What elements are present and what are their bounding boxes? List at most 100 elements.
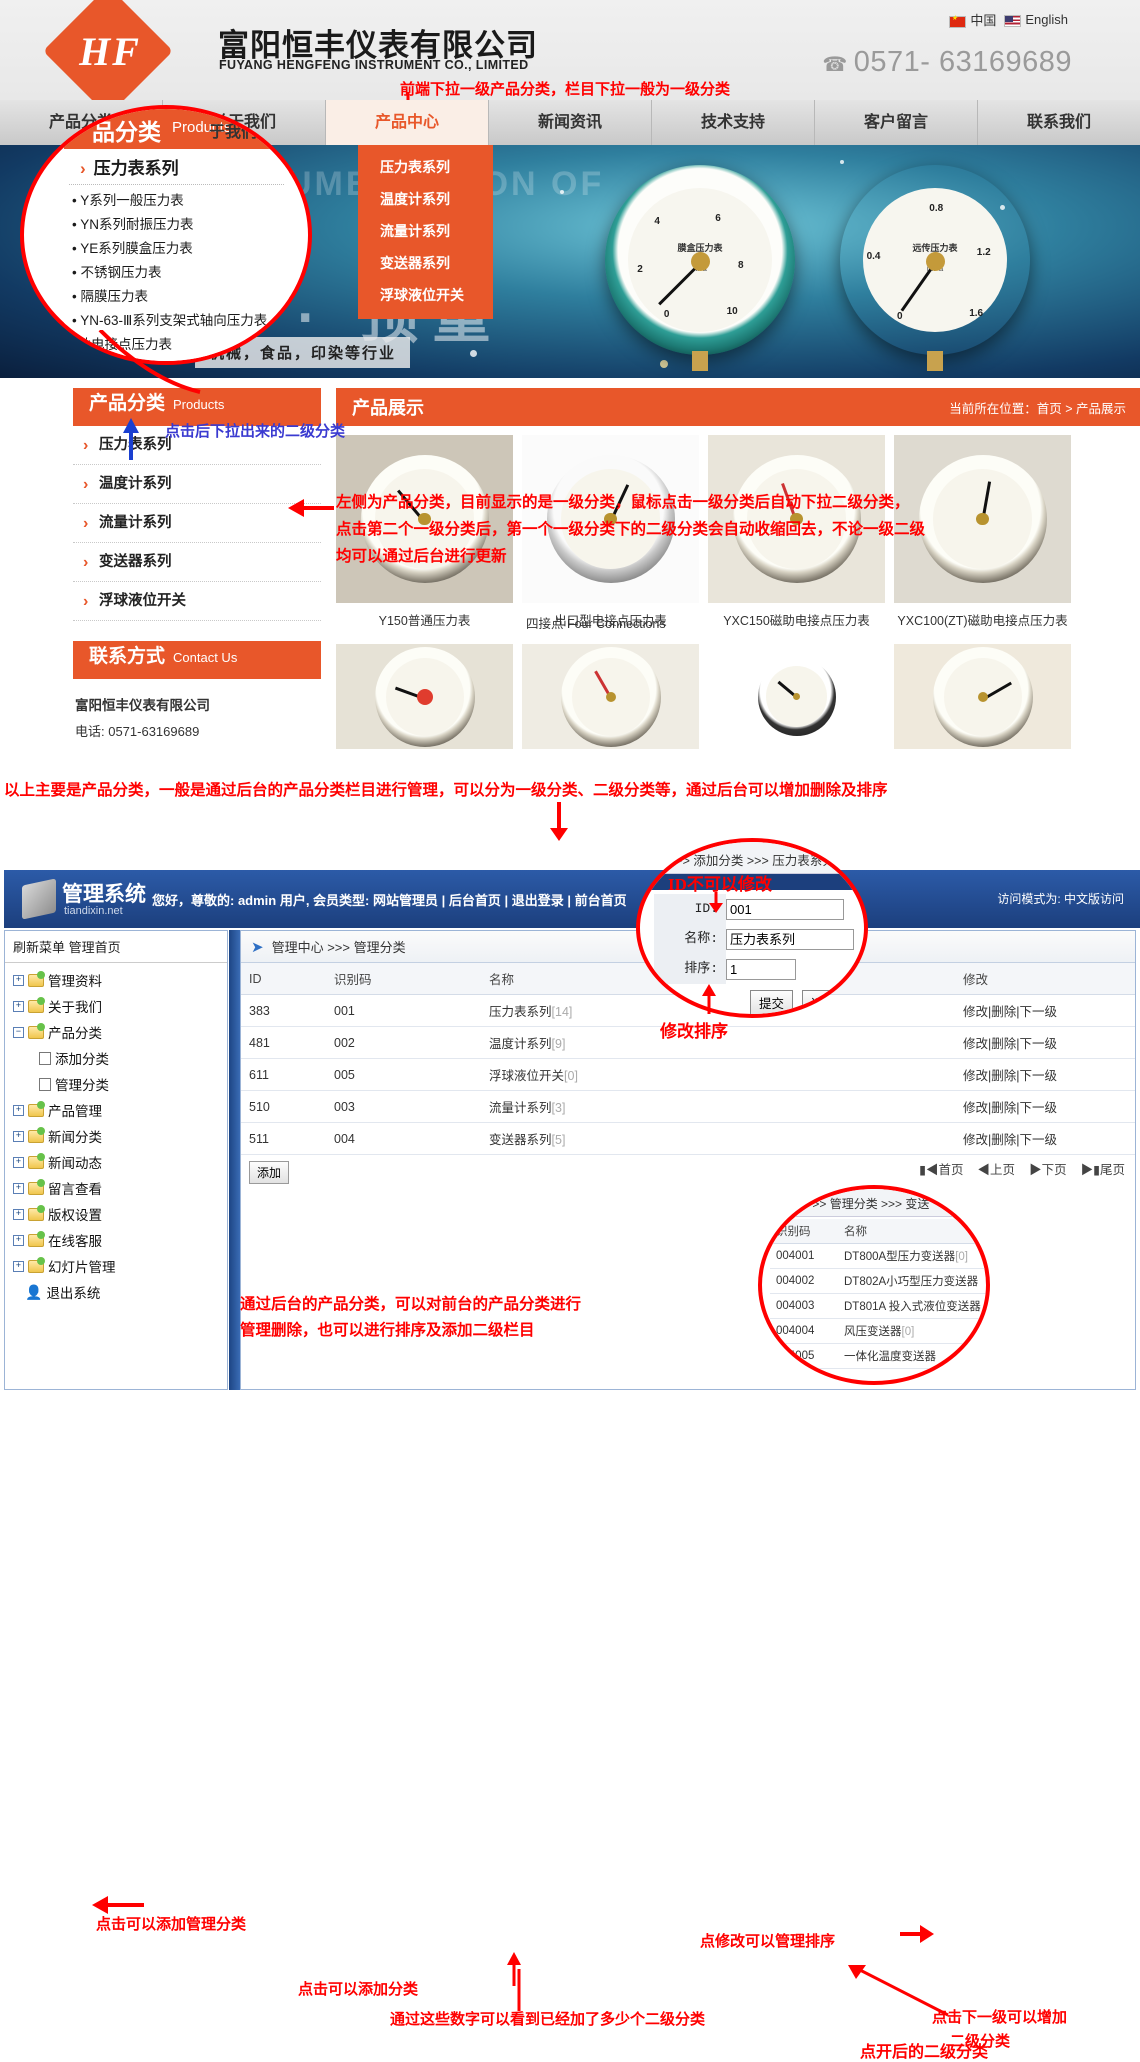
- cell-actions[interactable]: 修改|删除|下一级: [955, 1027, 1135, 1059]
- nav-item-2[interactable]: 产品中心: [326, 100, 489, 145]
- add-category-button[interactable]: 添加: [249, 1161, 289, 1184]
- pager-prev[interactable]: ◀上页: [978, 1159, 1016, 1178]
- zoom-lens-sub-categories: 心 >>> 管理分类 >>> 变送 识别码 名称 004001DT800A型压力…: [758, 1185, 990, 1385]
- expander-icon[interactable]: +: [13, 1131, 24, 1142]
- sidebar-column: 产品分类 Products 压力表系列 温度计系列 流量计系列 变送器系列 浮球…: [73, 388, 321, 759]
- china-flag-icon: [949, 16, 966, 28]
- product-thumb-7: [894, 644, 1071, 749]
- sub-th-code: 识别码: [770, 1219, 838, 1244]
- sub-cell-code: 004003: [770, 1294, 838, 1319]
- cell-actions[interactable]: 修改|删除|下一级: [955, 1059, 1135, 1091]
- expander-icon[interactable]: +: [13, 1105, 24, 1116]
- zoom-sub-3[interactable]: • 不锈钢压力表: [72, 261, 267, 285]
- arrow-left-tree: [92, 1895, 144, 1915]
- sub-cell-code: 004005: [770, 1344, 838, 1369]
- pager-last[interactable]: ▶▮尾页: [1081, 1159, 1125, 1178]
- tree-item-9[interactable]: +版权设置: [7, 1201, 225, 1227]
- folder-icon: [28, 1104, 44, 1117]
- back-button[interactable]: 返回: [802, 990, 845, 1015]
- id-input[interactable]: [726, 899, 844, 920]
- submit-button[interactable]: 提交: [750, 990, 793, 1015]
- cell-id: 611: [241, 1059, 326, 1091]
- cell-name: 浮球液位开关[0]: [481, 1059, 955, 1091]
- expander-icon[interactable]: −: [13, 1027, 24, 1038]
- expander-icon[interactable]: +: [13, 1261, 24, 1272]
- name-input[interactable]: [726, 929, 854, 950]
- dropdown-item-4[interactable]: 浮球液位开关: [358, 279, 493, 311]
- pager-next[interactable]: ▶下页: [1029, 1159, 1067, 1178]
- tree-item-6[interactable]: +新闻分类: [7, 1123, 225, 1149]
- cell-id: 511: [241, 1123, 326, 1155]
- banner-gauge-1: 膜盒压力表 kPa 4 6 2 8 0 10: [605, 165, 795, 355]
- product-cell-4[interactable]: [336, 644, 513, 749]
- sidebar-item-4[interactable]: 浮球液位开关: [73, 582, 321, 621]
- arrow-up-counts: [512, 1965, 526, 2011]
- tree-item-4[interactable]: 管理分类: [7, 1071, 225, 1097]
- expander-icon[interactable]: +: [13, 1001, 24, 1012]
- sidebar-item-2[interactable]: 流量计系列: [73, 504, 321, 543]
- pager-first[interactable]: ▮◀首页: [919, 1159, 963, 1178]
- nav-item-4[interactable]: 技术支持: [652, 100, 815, 145]
- cell-actions[interactable]: 修改|删除|下一级: [955, 995, 1135, 1027]
- dropdown-item-1[interactable]: 温度计系列: [358, 183, 493, 215]
- zoom-lens-edit-form: >>> 添加分类 >>> 压力表系列 ID: 名称: 排序: 提交 返回: [636, 838, 868, 1018]
- sidebar-item-3[interactable]: 变送器系列: [73, 543, 321, 582]
- tree-item-10[interactable]: +在线客服: [7, 1227, 225, 1253]
- admin-sidebar: 刷新菜单 管理首页 +管理资料 +关于我们 −产品分类 添加分类 管理分类 +产…: [4, 930, 228, 1390]
- tree-item-5[interactable]: +产品管理: [7, 1097, 225, 1123]
- product-thumb-6: [708, 644, 885, 749]
- product-cell-6[interactable]: [708, 644, 885, 749]
- tree-item-7[interactable]: +新闻动态: [7, 1149, 225, 1175]
- nav-item-3[interactable]: 新闻资讯: [489, 100, 652, 145]
- contact-company: 富阳恒丰仪表有限公司: [75, 698, 210, 713]
- zoom-head-item[interactable]: ›压力表系列: [64, 154, 179, 179]
- cell-actions[interactable]: 修改|删除|下一级: [955, 1123, 1135, 1155]
- label-order: 排序:: [654, 954, 726, 984]
- zoom-sub-2[interactable]: • YE系列膜盒压力表: [72, 237, 267, 261]
- zoom-sub-0[interactable]: • Y系列一般压力表: [72, 189, 267, 213]
- annotation-explain-2: 点击第二个一级分类后，第一个一级分类下的二级分类会自动收缩回去，不论一级二级: [336, 517, 925, 539]
- sub-table-row: 004001DT800A型压力变送器[0]: [770, 1244, 990, 1269]
- tree-item-3[interactable]: 添加分类: [7, 1045, 225, 1071]
- lang-cn-link[interactable]: 中国: [949, 10, 996, 29]
- sub-header-row: 识别码 名称: [770, 1219, 990, 1244]
- expander-icon[interactable]: +: [13, 1183, 24, 1194]
- product-cell-7[interactable]: [894, 644, 1071, 749]
- expander-icon[interactable]: +: [13, 1235, 24, 1246]
- sidebar-item-1[interactable]: 温度计系列: [73, 465, 321, 504]
- zoom-sub-4[interactable]: • 隔膜压力表: [72, 285, 267, 309]
- folder-icon: [28, 1130, 44, 1143]
- admin-sidebar-header[interactable]: 刷新菜单 管理首页: [5, 931, 227, 963]
- dropdown-item-3[interactable]: 变送器系列: [358, 247, 493, 279]
- sub-popup-breadcrumb: 心 >>> 管理分类 >>> 变送: [790, 1195, 929, 1212]
- dropdown-item-0[interactable]: 压力表系列: [358, 151, 493, 183]
- sidebar-scrollbar[interactable]: [229, 930, 240, 1390]
- product-cell-5[interactable]: [522, 644, 699, 749]
- tree-item-2[interactable]: −产品分类: [7, 1019, 225, 1045]
- expander-icon[interactable]: +: [13, 1209, 24, 1220]
- lang-en-link[interactable]: English: [1004, 12, 1068, 27]
- cell-actions[interactable]: 修改|删除|下一级: [955, 1091, 1135, 1123]
- zoom-behind-nav: 于我们: [209, 118, 257, 142]
- admin-access-mode: 访问模式为: 中文版访问: [997, 890, 1124, 907]
- nav-item-6[interactable]: 联系我们: [978, 100, 1140, 145]
- usa-flag-icon: [1004, 15, 1021, 27]
- expander-icon[interactable]: +: [13, 975, 24, 986]
- dropdown-item-2[interactable]: 流量计系列: [358, 215, 493, 247]
- nav-item-5[interactable]: 客户留言: [815, 100, 978, 145]
- tree-item-1[interactable]: +关于我们: [7, 993, 225, 1019]
- zoom-sub-1[interactable]: • YN系列耐振压力表: [72, 213, 267, 237]
- annotation-expanded-sub: 点开后的二级分类: [860, 2038, 988, 2062]
- cell-name: 变送器系列[5]: [481, 1123, 955, 1155]
- tree-item-8[interactable]: +留言查看: [7, 1175, 225, 1201]
- admin-backend: 管理系统 tiandixin.net 您好，尊敬的: admin 用户, 会员类…: [0, 860, 1140, 1395]
- arrow-down-to-admin: [548, 802, 570, 842]
- expander-icon[interactable]: +: [13, 1157, 24, 1168]
- four-connections-caption: 四接点 Four Connections: [526, 613, 666, 632]
- product-caption-3: YXC100(ZT)磁助电接点压力表: [894, 603, 1071, 635]
- tree-item-12[interactable]: 👤退出系统: [7, 1279, 225, 1305]
- tree-item-0[interactable]: +管理资料: [7, 967, 225, 993]
- tree-item-11[interactable]: +幻灯片管理: [7, 1253, 225, 1279]
- order-input[interactable]: [726, 959, 796, 980]
- zoom-title-cn: 品分类: [92, 113, 161, 147]
